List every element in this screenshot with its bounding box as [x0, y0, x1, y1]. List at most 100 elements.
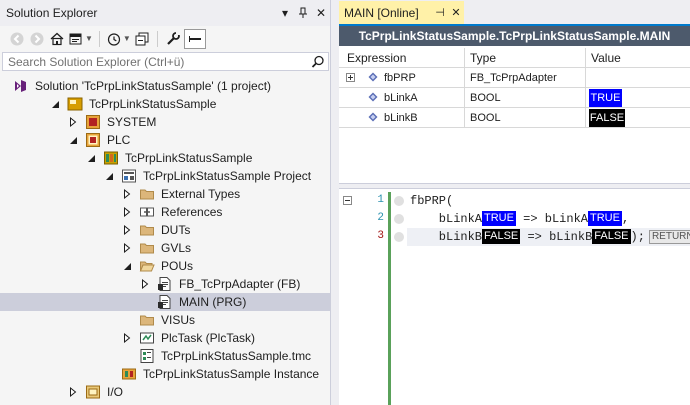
table-row[interactable]: fbPRP FB_TcPrpAdapter: [339, 68, 690, 88]
preview-icon: [188, 35, 201, 42]
collapse-minus-icon[interactable]: [343, 196, 352, 205]
column-header-type[interactable]: Type: [466, 48, 586, 68]
close-icon[interactable]: ✕: [312, 4, 330, 22]
variable-value: [587, 68, 690, 88]
column-header-expression[interactable]: Expression: [339, 48, 465, 68]
expand-plus-icon[interactable]: [346, 73, 355, 82]
breakpoint-slot[interactable]: [394, 232, 404, 242]
table-row[interactable]: bLinkB BOOL FALSE: [339, 108, 690, 128]
inline-value-false[interactable]: FALSE: [592, 229, 631, 244]
tree-item[interactable]: I/O: [0, 383, 330, 401]
expanded-arrow-icon[interactable]: [86, 153, 96, 163]
expanded-arrow-icon[interactable]: [122, 261, 132, 271]
collapsed-arrow-icon[interactable]: [122, 207, 132, 217]
home-button[interactable]: [48, 29, 66, 49]
tree-item[interactable]: DUTs: [0, 221, 330, 239]
tree-item[interactable]: External Types: [0, 185, 330, 203]
column-header-value[interactable]: Value: [587, 48, 690, 68]
inline-value-true[interactable]: TRUE: [482, 211, 516, 226]
change-marker-bar: [388, 246, 391, 405]
tree-item[interactable]: PLC: [0, 131, 330, 149]
wrench-icon: [167, 31, 180, 45]
tree-item[interactable]: TcPrpLinkStatusSample.tmc: [0, 347, 330, 365]
table-row[interactable]: bLinkA BOOL TRUE: [339, 88, 690, 108]
tree-item[interactable]: TcPrpLinkStatusSample Instance: [0, 365, 330, 383]
folder-open-icon: [139, 258, 155, 274]
tree-item[interactable]: GVLs: [0, 239, 330, 257]
back-button[interactable]: [8, 29, 26, 49]
tree-item-label: FB_TcPrpAdapter (FB): [179, 277, 301, 291]
chevron-down-icon: ▼: [122, 34, 131, 43]
forward-button[interactable]: [28, 29, 46, 49]
inline-value-false[interactable]: FALSE: [482, 229, 521, 244]
tree-item[interactable]: References: [0, 203, 330, 221]
tree-item-label: MAIN (PRG): [179, 295, 247, 309]
pou-icon: [157, 294, 173, 310]
variable-icon: [368, 72, 378, 82]
search-input[interactable]: [3, 53, 308, 70]
collapsed-arrow-icon[interactable]: [140, 279, 150, 289]
tree-item[interactable]: TcPrpLinkStatusSample Project: [0, 167, 330, 185]
pending-changes-filter-button[interactable]: ▼: [106, 29, 131, 49]
search-button[interactable]: [308, 53, 328, 70]
tree-item[interactable]: POUs: [0, 257, 330, 275]
search-box: [2, 52, 329, 71]
variable-value[interactable]: TRUE: [589, 89, 622, 107]
expanded-arrow-icon[interactable]: [104, 171, 114, 181]
breakpoint-slot[interactable]: [394, 214, 404, 224]
collapsed-arrow-icon[interactable]: [68, 387, 78, 397]
variable-name: fbPRP: [384, 72, 416, 84]
collapsed-arrow-icon[interactable]: [122, 225, 132, 235]
collapse-all-button[interactable]: [133, 29, 151, 49]
collapsed-arrow-icon[interactable]: [122, 189, 132, 199]
collapsed-arrow-icon[interactable]: [68, 117, 78, 127]
line-number: 1: [377, 194, 384, 206]
inline-value-true[interactable]: TRUE: [587, 211, 622, 226]
toolbar-divider: [156, 30, 158, 47]
close-tab-icon[interactable]: ✕: [448, 6, 464, 19]
collapsed-arrow-icon[interactable]: [122, 333, 132, 343]
solution-explorer-panel: Solution Explorer ▾ ✕ ▼ ▼ Search Solutio…: [0, 0, 331, 405]
code-text: => bLinkA: [515, 212, 588, 226]
folder-icon: [139, 240, 155, 256]
code-text: );: [630, 230, 645, 244]
breakpoint-slot[interactable]: [394, 196, 404, 206]
return-marker[interactable]: RETURN: [648, 230, 690, 244]
pin-icon[interactable]: [294, 4, 312, 22]
pin-tab-icon[interactable]: ⊣: [432, 6, 448, 19]
system-icon: [85, 114, 101, 130]
tree-item[interactable]: TcPrpLinkStatusSample: [0, 95, 330, 113]
change-marker: [388, 210, 391, 228]
tab-label: MAIN [Online]: [344, 5, 419, 20]
window-position-dropdown-icon[interactable]: ▾: [276, 4, 294, 22]
collapse-all-icon: [135, 32, 149, 45]
back-icon: [10, 32, 24, 45]
tab-main-online[interactable]: MAIN [Online] ⊣ ✕: [339, 1, 464, 24]
change-marker: [388, 228, 391, 246]
online-declaration-table: Expression Type Value fbPRP FB_TcPrpAdap…: [339, 48, 690, 128]
variable-value[interactable]: FALSE: [589, 109, 625, 127]
collapsed-arrow-icon[interactable]: [122, 243, 132, 253]
tree-item[interactable]: PlcTask (PlcTask): [0, 329, 330, 347]
tree-item[interactable]: TcPrpLinkStatusSample: [0, 149, 330, 167]
properties-button[interactable]: [164, 29, 182, 49]
switch-views-button[interactable]: ▼: [68, 29, 93, 49]
solution-explorer-toolbar: ▼ ▼: [0, 26, 330, 51]
code-line: 1 fbPRP(: [339, 192, 690, 210]
solution-explorer-title-bar: Solution Explorer ▾ ✕: [0, 0, 330, 26]
expanded-arrow-icon[interactable]: [50, 99, 60, 109]
solution-explorer-title: Solution Explorer: [6, 6, 98, 20]
preview-selected-items-button[interactable]: [183, 28, 206, 49]
line-number: 2: [377, 212, 384, 224]
folder-icon: [139, 222, 155, 238]
code-line: 2 bLinkA TRUE => bLinkA TRUE,: [339, 210, 690, 228]
expanded-arrow-icon[interactable]: [68, 135, 78, 145]
code-editor[interactable]: 1 fbPRP( 2 bLinkA TRUE => bLinkA TRUE, 3 b…: [339, 189, 690, 405]
tree-item[interactable]: FB_TcPrpAdapter (FB): [0, 275, 330, 293]
tree-item[interactable]: VISUs: [0, 311, 330, 329]
instance-icon: [121, 366, 137, 382]
tree-item-label: VISUs: [161, 313, 196, 327]
tree-item[interactable]: Solution 'TcPrpLinkStatusSample' (1 proj…: [0, 77, 330, 95]
tree-item[interactable]: SYSTEM: [0, 113, 330, 131]
tree-item[interactable]: MAIN (PRG): [0, 293, 330, 311]
